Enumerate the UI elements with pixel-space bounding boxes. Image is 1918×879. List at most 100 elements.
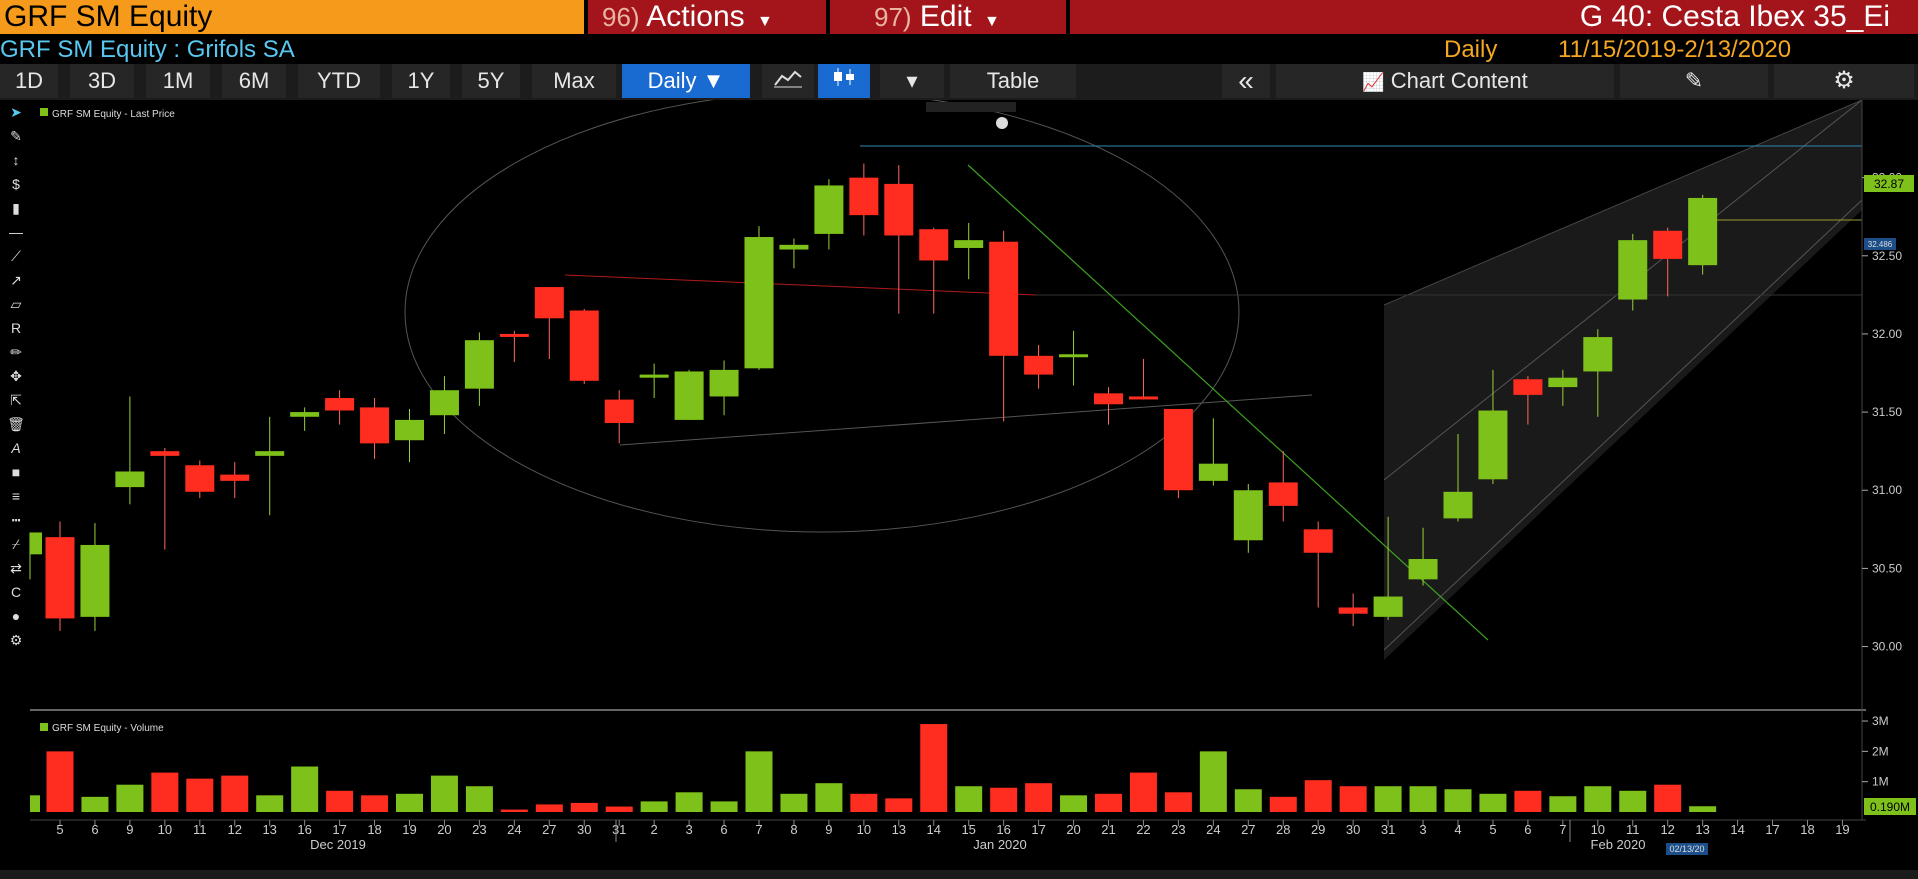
range-6m-button[interactable]: 6M bbox=[222, 64, 286, 98]
month-label: Jan 2020 bbox=[973, 837, 1027, 852]
chart-mini-toolbar[interactable] bbox=[926, 102, 1016, 112]
candle-up bbox=[1618, 240, 1648, 300]
price-chart[interactable]: 30.0030.5031.0031.5032.0032.5033.00 1M2M… bbox=[0, 100, 1918, 879]
volume-bar-down bbox=[151, 772, 179, 812]
candle-down bbox=[1024, 355, 1054, 375]
volume-bar-down bbox=[46, 751, 74, 812]
volume-bar-down bbox=[361, 795, 389, 812]
range-ytd-button[interactable]: YTD bbox=[298, 64, 380, 98]
volume-bar-down bbox=[535, 804, 563, 812]
candle-down bbox=[1653, 230, 1683, 259]
volume-legend-label: GRF SM Equity - Volume bbox=[52, 723, 164, 734]
volume-bar-up bbox=[1549, 796, 1577, 812]
candle-up bbox=[395, 419, 424, 441]
x-tick-label: 5 bbox=[1489, 822, 1496, 837]
annotate-icon[interactable]: ✎ bbox=[1620, 64, 1768, 98]
price-tick-label: 31.50 bbox=[1872, 405, 1902, 419]
candle-down bbox=[360, 407, 390, 444]
candle-up bbox=[115, 471, 145, 488]
caret-down-icon: ▼ bbox=[702, 68, 725, 93]
range-1y-button[interactable]: 1Y bbox=[392, 64, 450, 98]
candle-down bbox=[1268, 482, 1298, 506]
candle-up bbox=[954, 240, 984, 248]
candle-up bbox=[290, 412, 320, 417]
x-tick-label: 19 bbox=[402, 822, 416, 837]
chart-type-dropdown-icon[interactable]: ▾ bbox=[880, 64, 944, 98]
candle-up bbox=[1688, 197, 1718, 266]
candle-up bbox=[674, 371, 704, 420]
x-tick-label: 17 bbox=[1031, 822, 1045, 837]
x-tick-label: 6 bbox=[720, 822, 727, 837]
bottom-scrollbar[interactable] bbox=[0, 870, 1918, 879]
chart-content-button[interactable]: 📈 Chart Content bbox=[1276, 64, 1614, 98]
page-title: G 40: Cesta Ibex 35_Ei bbox=[1070, 0, 1918, 34]
x-tick-label: 7 bbox=[1559, 822, 1566, 837]
ticker-field[interactable]: GRF SM Equity bbox=[0, 0, 584, 34]
x-tick-label: 7 bbox=[755, 822, 762, 837]
month-label: Dec 2019 bbox=[310, 837, 366, 852]
chart-content-label: Chart Content bbox=[1390, 68, 1528, 93]
x-tick-label: 14 bbox=[1730, 822, 1744, 837]
x-tick-label: 10 bbox=[158, 822, 172, 837]
actions-menu-number: 96) bbox=[602, 2, 640, 32]
candle-up bbox=[1408, 559, 1438, 580]
volume-bar-up bbox=[640, 801, 668, 812]
volume-bar-up bbox=[81, 796, 109, 812]
x-tick-label: 19 bbox=[1835, 822, 1849, 837]
x-tick-label: 17 bbox=[1765, 822, 1779, 837]
candle-down bbox=[989, 241, 1019, 356]
volume-bar-up bbox=[780, 793, 808, 812]
volume-bar-up bbox=[291, 766, 319, 812]
x-tick-label: 27 bbox=[1241, 822, 1255, 837]
volume-bar-down bbox=[1269, 796, 1297, 812]
candle-up bbox=[1548, 377, 1578, 388]
volume-bar-up bbox=[430, 775, 458, 812]
month-label: Feb 2020 bbox=[1591, 837, 1646, 852]
edit-menu-button[interactable]: 97) Edit ▼ bbox=[830, 0, 1066, 34]
chart-options-icon[interactable] bbox=[996, 117, 1008, 129]
price-legend-swatch bbox=[40, 108, 48, 116]
range-3d-button[interactable]: 3D bbox=[70, 64, 134, 98]
actions-menu-button[interactable]: 96) Actions ▼ bbox=[588, 0, 826, 34]
x-tick-label: 3 bbox=[1419, 822, 1426, 837]
candle-down bbox=[1338, 607, 1368, 614]
volume-tick-label: 2M bbox=[1872, 744, 1889, 758]
gear-icon[interactable]: ⚙ bbox=[1774, 64, 1914, 98]
candle-up bbox=[639, 374, 669, 378]
period-label: Daily bbox=[1444, 36, 1498, 63]
candle-up bbox=[1478, 410, 1508, 480]
volume-bar-up bbox=[955, 786, 983, 812]
double-chevron-left-icon[interactable]: « bbox=[1222, 64, 1270, 98]
candlestick-chart-icon[interactable] bbox=[818, 64, 870, 98]
line-chart-icon[interactable] bbox=[762, 64, 814, 98]
volume-bar-down bbox=[885, 798, 913, 812]
x-tick-label: 5 bbox=[56, 822, 63, 837]
candle-up bbox=[709, 369, 739, 397]
x-tick-label: 20 bbox=[1066, 822, 1080, 837]
x-tick-label: 16 bbox=[297, 822, 311, 837]
range-1m-button[interactable]: 1M bbox=[146, 64, 210, 98]
volume-bar-up bbox=[745, 751, 773, 812]
range-1d-button[interactable]: 1D bbox=[0, 64, 58, 98]
candle-up bbox=[1373, 596, 1403, 617]
frequency-dropdown[interactable]: Daily ▼ bbox=[622, 64, 750, 98]
x-tick-label: 31 bbox=[612, 822, 626, 837]
x-tick-label: 22 bbox=[1136, 822, 1150, 837]
x-tick-label: 28 bbox=[1276, 822, 1290, 837]
candle-up bbox=[814, 185, 844, 234]
x-tick-label: 3 bbox=[685, 822, 692, 837]
actions-menu-label: Actions bbox=[646, 0, 745, 33]
range-max-button[interactable]: Max bbox=[532, 64, 616, 98]
x-tick-label: 17 bbox=[332, 822, 346, 837]
table-button[interactable]: Table bbox=[950, 64, 1076, 98]
date-range[interactable]: 11/15/2019-2/13/2020 bbox=[1558, 36, 1791, 64]
candle-up bbox=[1443, 491, 1473, 519]
x-tick-label: 30 bbox=[1346, 822, 1360, 837]
volume-bar-up bbox=[1199, 751, 1227, 812]
volume-bar-up bbox=[1689, 806, 1717, 812]
range-5y-button[interactable]: 5Y bbox=[462, 64, 520, 98]
candle-up bbox=[1198, 463, 1228, 481]
volume-tick-label: 3M bbox=[1872, 714, 1889, 728]
volume-bar-down bbox=[186, 778, 214, 812]
volume-bar-up bbox=[1619, 790, 1647, 812]
